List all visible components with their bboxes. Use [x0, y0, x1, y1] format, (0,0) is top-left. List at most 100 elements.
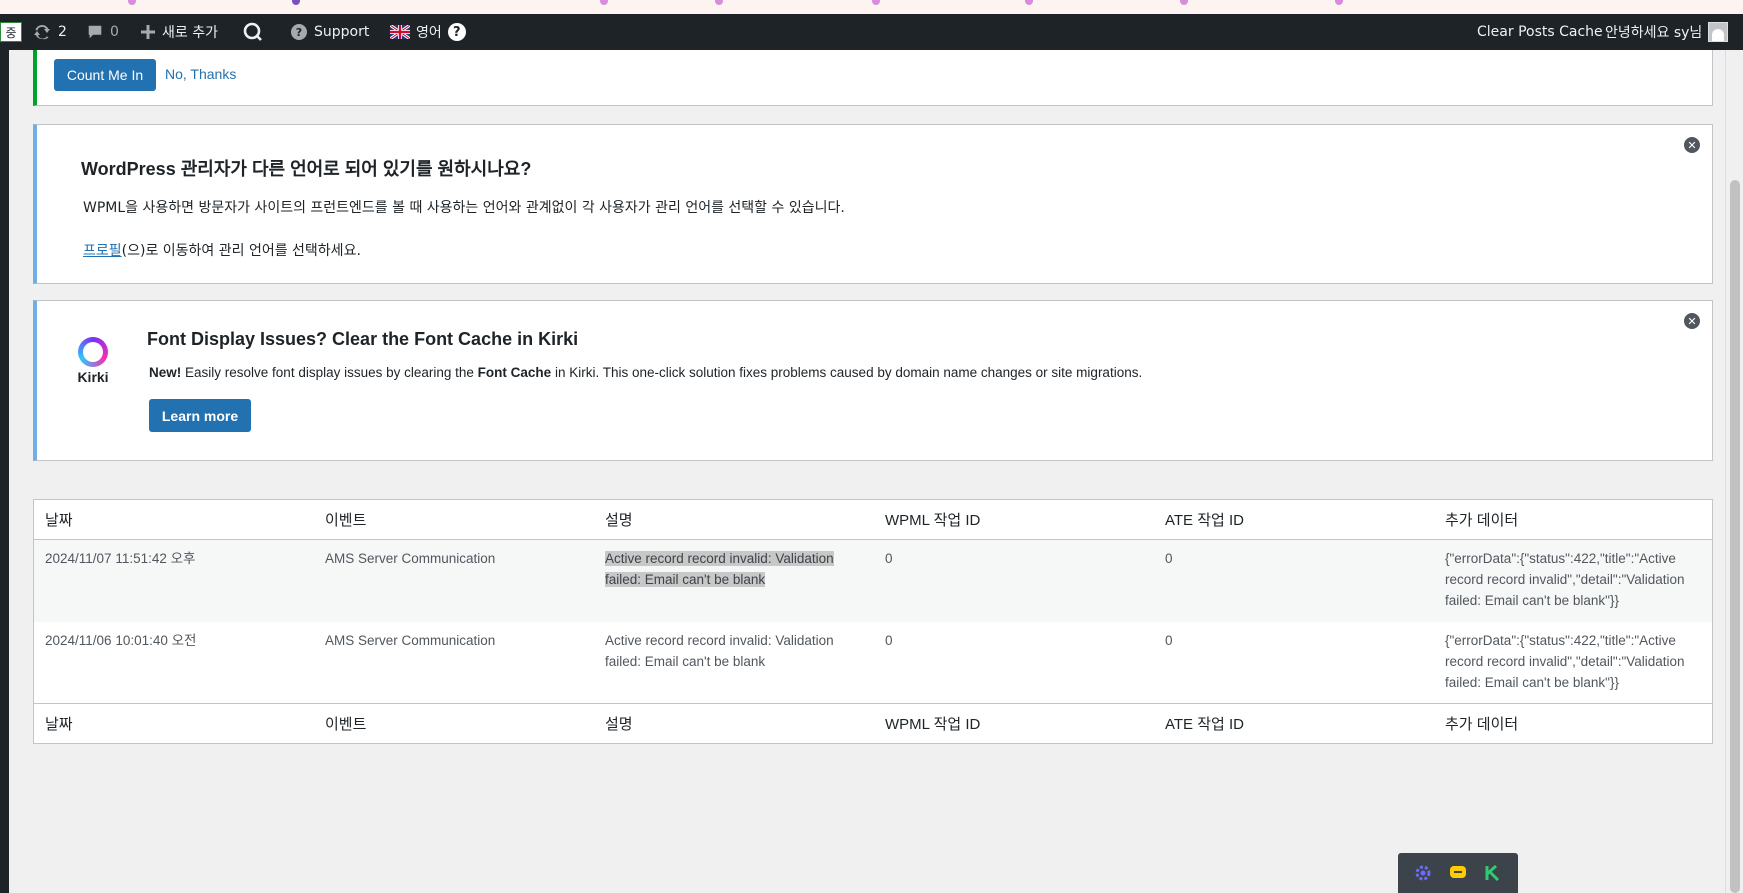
tab-indicator	[128, 0, 136, 5]
extra-data-line: record record invalid","detail":"Validat…	[1445, 572, 1685, 587]
cell-wpml-job-id: 0	[885, 551, 893, 566]
language-switcher[interactable]: 영어 ?	[390, 14, 466, 50]
dismiss-icon[interactable]: ✕	[1684, 313, 1700, 329]
kirki-desc-part: in Kirki. This one-click solution fixes …	[551, 365, 1143, 380]
kirki-desc-part: Easily resolve font display issues by cl…	[181, 365, 478, 380]
k-icon[interactable]	[1483, 863, 1503, 883]
admin-bar: 중 2 0 새로 추가 ? Support 영어 ? Clear Posts C…	[0, 14, 1743, 50]
floating-toolbar	[1398, 853, 1518, 893]
help-icon: ?	[291, 24, 307, 40]
wpml-notice-text: WPML을 사용하면 방문자가 사이트의 프런트엔드를 볼 때 사용하는 언어와…	[83, 200, 845, 216]
column-footer-date: 날짜	[45, 716, 73, 733]
profile-link[interactable]: 프로필	[83, 243, 122, 259]
comments-menu[interactable]: 0	[86, 14, 119, 50]
chat-icon[interactable]	[1448, 863, 1468, 883]
tab-indicator	[1335, 0, 1343, 5]
column-header-event: 이벤트	[325, 512, 367, 529]
cell-event: AMS Server Communication	[325, 551, 496, 566]
loop-logo-icon	[243, 22, 262, 41]
language-chip-label: 중	[0, 22, 22, 42]
updates-menu[interactable]: 2	[32, 14, 67, 50]
cell-description: Active record record invalid: Validation…	[605, 630, 834, 672]
wpml-admin-language-notice: WordPress 관리자가 다른 언어로 되어 있기를 원하시나요? WPML…	[33, 124, 1713, 284]
extra-data-line: failed: Email can't be blank"}}	[1445, 593, 1619, 608]
cell-extra-data: {"errorData":{"status":422,"title":"Acti…	[1445, 548, 1685, 611]
scrollbar-thumb[interactable]	[1730, 180, 1740, 893]
tab-indicator	[1180, 0, 1188, 5]
wpml-notice-title: WordPress 관리자가 다른 언어로 되어 있기를 원하시나요?	[81, 159, 532, 179]
kirki-logo: Kirki	[71, 337, 115, 387]
svg-text:?: ?	[296, 26, 302, 39]
no-thanks-link[interactable]: No, Thanks	[165, 66, 236, 82]
cell-description: Active record record invalid: Validation…	[605, 548, 834, 590]
table-header-row: 날짜 이벤트 설명 WPML 작업 ID ATE 작업 ID 추가 데이터	[34, 500, 1712, 540]
column-footer-ate-job-id: ATE 작업 ID	[1165, 716, 1244, 733]
cell-wpml-job-id: 0	[885, 633, 893, 648]
column-footer-extra-data: 추가 데이터	[1445, 716, 1519, 733]
extra-data-line: record record invalid","detail":"Validat…	[1445, 654, 1685, 669]
extra-data-line: failed: Email can't be blank"}}	[1445, 675, 1619, 690]
browser-tab-strip	[0, 0, 1743, 14]
tab-indicator	[715, 0, 723, 5]
plus-icon	[141, 25, 155, 39]
selected-text: failed: Email can't be blank	[605, 572, 766, 587]
column-footer-event: 이벤트	[325, 716, 367, 733]
description-line: failed: Email can't be blank	[605, 654, 766, 669]
dismiss-icon[interactable]: ✕	[1684, 137, 1700, 153]
kirki-new-label: New!	[149, 365, 182, 380]
tab-indicator	[292, 0, 300, 5]
language-label: 영어	[416, 25, 442, 41]
gear-icon[interactable]	[1413, 863, 1433, 883]
column-header-wpml-job-id: WPML 작업 ID	[885, 512, 981, 529]
count-me-in-button[interactable]: Count Me In	[54, 59, 156, 91]
table-row: 2024/11/07 11:51:42 오후 AMS Server Commun…	[34, 540, 1712, 622]
clear-posts-cache-link[interactable]: Clear Posts Cache	[1477, 14, 1603, 50]
ate-log-table: 날짜 이벤트 설명 WPML 작업 ID ATE 작업 ID 추가 데이터 20…	[33, 499, 1713, 744]
usage-tracking-notice: Count Me In No, Thanks	[33, 50, 1713, 106]
table-row: 2024/11/06 10:01:40 오전 AMS Server Commun…	[34, 622, 1712, 704]
comments-count: 0	[110, 24, 119, 40]
column-header-ate-job-id: ATE 작업 ID	[1165, 512, 1244, 529]
wpml-notice-profile-text: 프로필(으)로 이동하여 관리 언어를 선택하세요.	[83, 240, 361, 260]
column-footer-description: 설명	[605, 716, 633, 733]
new-content-label: 새로 추가	[162, 25, 218, 41]
kirki-ring-icon	[78, 337, 108, 367]
extra-data-line: {"errorData":{"status":422,"title":"Acti…	[1445, 551, 1676, 566]
cell-extra-data: {"errorData":{"status":422,"title":"Acti…	[1445, 630, 1685, 693]
cell-event: AMS Server Communication	[325, 633, 496, 648]
extra-data-line: {"errorData":{"status":422,"title":"Acti…	[1445, 633, 1676, 648]
admin-menu-edge	[0, 50, 9, 893]
support-menu[interactable]: ? Support	[290, 14, 369, 50]
column-header-date: 날짜	[45, 512, 73, 529]
column-header-extra-data: 추가 데이터	[1445, 512, 1519, 529]
wpml-notice-profile-rest: (으)로 이동하여 관리 언어를 선택하세요.	[121, 243, 361, 259]
column-header-description: 설명	[605, 512, 633, 529]
cell-ate-job-id: 0	[1165, 551, 1173, 566]
language-chip[interactable]: 중	[0, 14, 22, 50]
description-line: Active record record invalid: Validation	[605, 633, 834, 648]
cell-date: 2024/11/07 11:51:42 오후	[45, 551, 196, 566]
column-footer-wpml-job-id: WPML 작업 ID	[885, 716, 981, 733]
cell-ate-job-id: 0	[1165, 633, 1173, 648]
selected-text: Active record record invalid: Validation	[605, 551, 834, 566]
query-monitor-menu[interactable]	[242, 14, 264, 50]
cell-date: 2024/11/06 10:01:40 오전	[45, 633, 197, 648]
support-label: Support	[314, 24, 370, 40]
avatar	[1708, 22, 1729, 42]
my-account-menu[interactable]: 안녕하세요 sy님	[1605, 14, 1729, 50]
page-scrollbar[interactable]	[1725, 50, 1743, 893]
learn-more-button[interactable]: Learn more	[149, 399, 251, 432]
kirki-font-cache-notice: Kirki Font Display Issues? Clear the Fon…	[33, 300, 1713, 461]
kirki-notice-title: Font Display Issues? Clear the Font Cach…	[147, 329, 579, 349]
comment-icon	[88, 25, 102, 39]
updates-count: 2	[58, 24, 67, 40]
refresh-icon	[34, 25, 50, 40]
language-help-icon[interactable]: ?	[447, 23, 466, 41]
clear-posts-cache-label: Clear Posts Cache	[1477, 24, 1603, 40]
tab-indicator	[600, 0, 608, 5]
kirki-logo-text: Kirki	[77, 369, 109, 385]
tab-indicator	[1025, 0, 1033, 5]
new-content-menu[interactable]: 새로 추가	[140, 14, 218, 50]
greeting-label: 안녕하세요 sy님	[1605, 25, 1703, 41]
kirki-font-cache-label: Font Cache	[477, 365, 552, 380]
